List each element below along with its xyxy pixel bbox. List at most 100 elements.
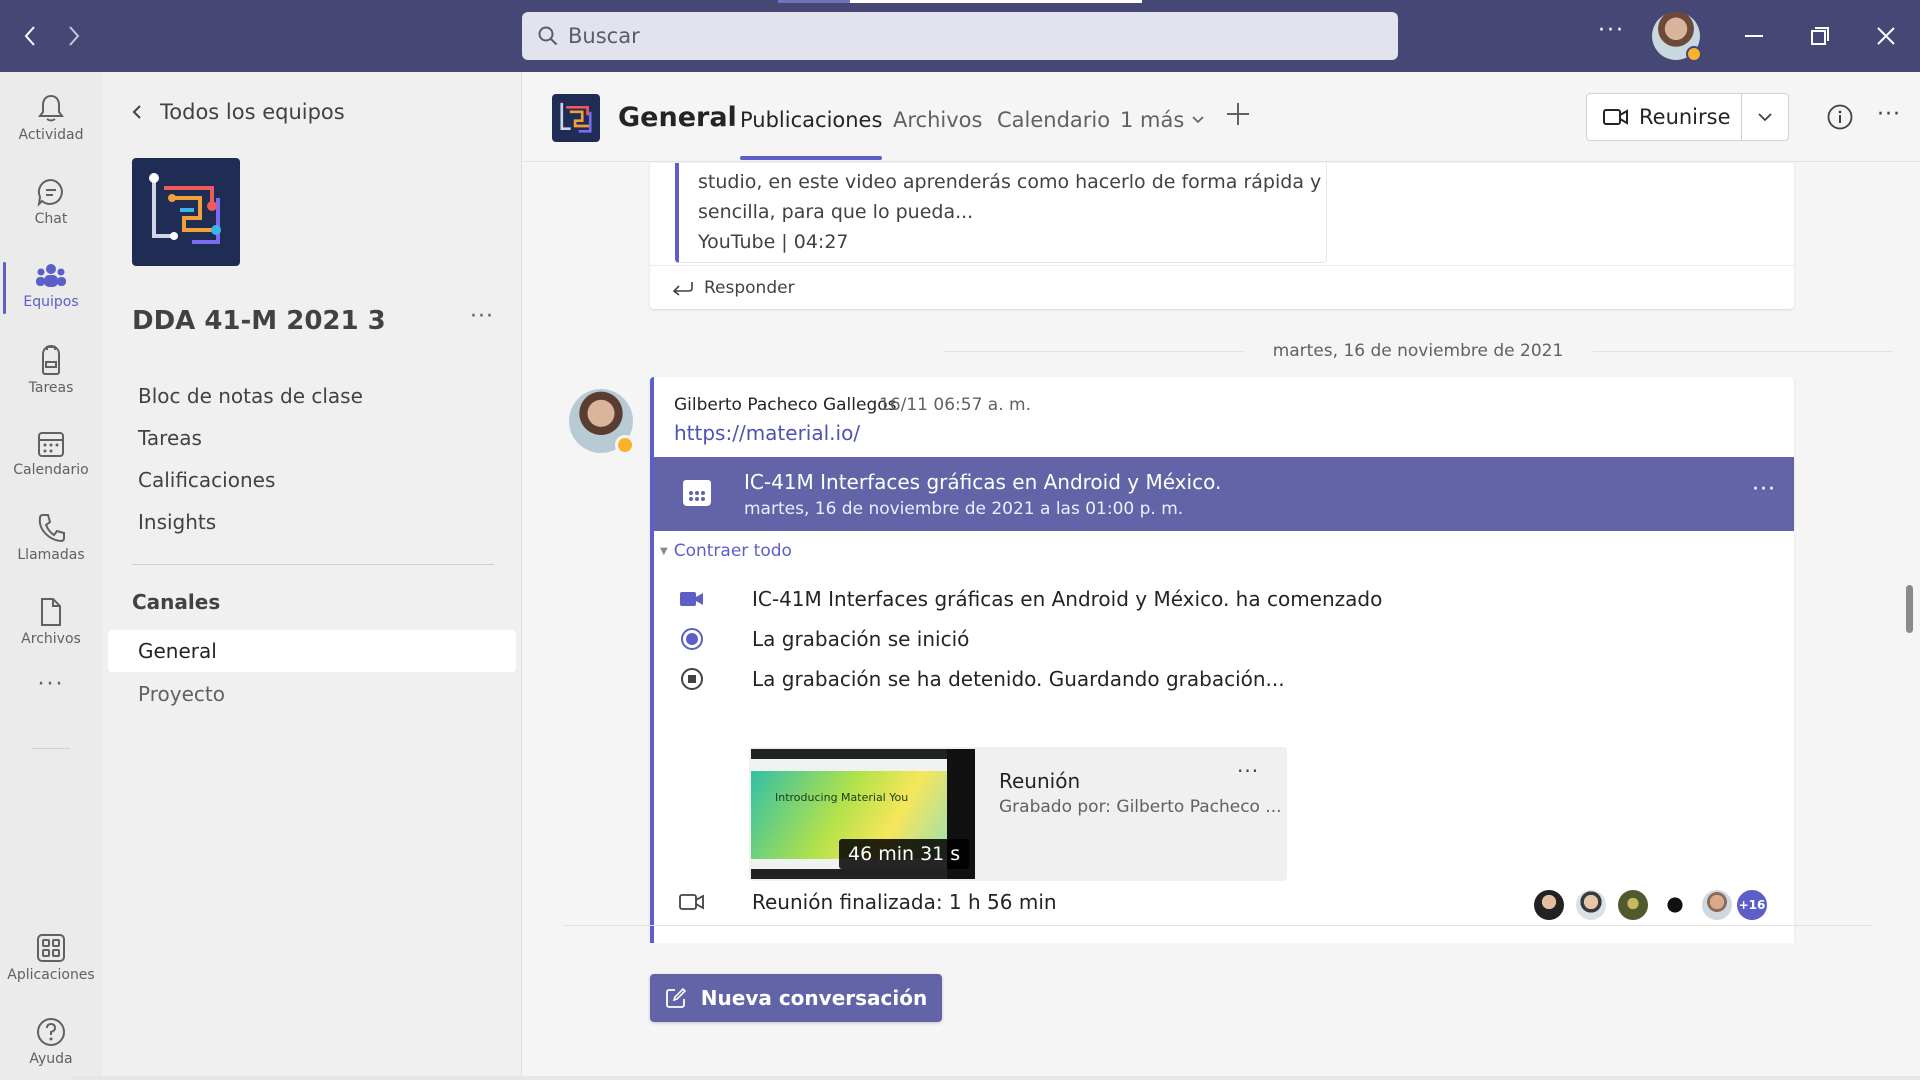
channel-more-button[interactable]: ··· [1877,102,1901,127]
channel-item-general[interactable]: General [108,630,516,672]
minimize-icon[interactable] [1736,18,1772,54]
chat-icon [37,178,63,207]
help-icon [37,1018,65,1046]
rail-label: Actividad [18,127,84,143]
more-participants-badge[interactable]: +16 [1737,890,1767,920]
team-pane: Todos los equipos DDA 41-M 2021 3 ··· Bl… [102,72,522,1080]
team-logo [132,158,240,266]
settings-more-button[interactable]: ··· [1598,18,1625,43]
rail-item-tareas[interactable]: Tareas [0,328,102,412]
participant-avatar[interactable] [1660,890,1690,920]
rail-label: Llamadas [17,547,85,563]
recording-card[interactable]: Introducing Material You 46 min 31 s Reu… [749,747,1287,881]
channel-header: General Publicaciones Archivos Calendari… [523,72,1920,162]
recording-title: Reunión [999,769,1081,793]
meet-label: Reunirse [1639,105,1731,129]
tab-more[interactable]: 1 más [1120,108,1204,132]
event-meeting-started: IC-41M Interfaces gráficas en Android y … [674,587,1382,611]
search-input[interactable]: Buscar [522,12,1398,60]
collapse-all-button[interactable]: ▼ Contraer todo [660,541,792,561]
rail-item-actividad[interactable]: Actividad [0,76,102,160]
meeting-post: Gilberto Pacheco Gallegos 16/11 06:57 a.… [650,377,1794,943]
team-more-button[interactable]: ··· [470,304,494,329]
channel-logo [552,94,600,142]
rail-more-button[interactable]: ··· [0,662,102,706]
rail-label: Tareas [28,380,74,396]
phone-icon [38,514,65,543]
add-tab-icon[interactable] [1226,102,1250,130]
rail-separator [32,748,70,749]
title-bar: Buscar ··· [0,0,1920,72]
meet-dropdown[interactable] [1741,93,1789,141]
event-recording-stopped: La grabación se ha detenido. Guardando g… [674,667,1285,691]
event-recording-started: La grabación se inició [674,627,969,651]
new-conversation-button[interactable]: Nueva conversación [650,974,942,1022]
rail-item-llamadas[interactable]: Llamadas [0,496,102,580]
tab-publicaciones[interactable]: Publicaciones [740,108,883,160]
team-link-class-notebook[interactable]: Bloc de notas de clase [138,384,363,408]
file-icon [41,598,61,626]
tab-archivos[interactable]: Archivos [893,108,982,132]
channels-header: Canales [132,590,221,614]
date-divider-label: martes, 16 de noviembre de 2021 [1272,341,1564,361]
rail-item-archivos[interactable]: Archivos [0,580,102,664]
reply-icon [672,281,693,296]
reply-button[interactable]: Responder [650,265,1794,309]
pane-separator [132,564,494,565]
tab-calendario[interactable]: Calendario [997,108,1110,132]
chevron-left-icon [132,104,142,120]
recording-duration: 46 min 31 s [839,839,970,869]
participant-avatar[interactable] [1576,890,1606,920]
app-rail: Actividad Chat Equipos Tareas Calendario… [0,72,102,1080]
rail-item-equipos[interactable]: Equipos [0,244,102,328]
maximize-icon[interactable] [1802,18,1838,54]
window-bottom-edge [72,1076,1920,1080]
chevron-down-icon [1192,116,1204,124]
link-preview[interactable]: studio, en este video aprenderás como ha… [675,163,1327,263]
thumbnail-text: Introducing Material You [775,791,909,804]
team-link-grades[interactable]: Calificaciones [138,468,275,492]
meet-button[interactable]: Reunirse [1586,93,1742,141]
rail-label: Ayuda [29,1051,73,1067]
meeting-banner[interactable]: IC-41M Interfaces gráficas en Android y … [654,457,1794,531]
rail-item-chat[interactable]: Chat [0,160,102,244]
all-teams-label: Todos los equipos [160,100,345,124]
author-avatar[interactable] [569,389,635,455]
rail-item-calendario[interactable]: Calendario [0,412,102,496]
team-link-tasks[interactable]: Tareas [138,426,202,450]
event-text: La grabación se ha detenido. Guardando g… [752,667,1285,691]
all-teams-link[interactable]: Todos los equipos [132,100,345,124]
participant-avatar[interactable] [1534,890,1564,920]
collapse-all-label: Contraer todo [673,541,792,561]
rail-label: Chat [34,211,68,227]
compose-icon [665,987,686,1008]
forward-arrow-icon[interactable] [56,18,92,54]
video-camera-icon [1603,109,1628,125]
tab-more-label: 1 más [1120,108,1185,132]
event-text: La grabación se inició [752,627,970,651]
link-preview-meta: YouTube | 04:27 [698,231,849,253]
feed-scrollbar[interactable] [1906,585,1913,633]
recording-author: Grabado por: Gilberto Pacheco ... [999,797,1282,817]
date-divider: martes, 16 de noviembre de 2021 [943,341,1893,361]
close-icon[interactable] [1868,18,1904,54]
channel-item-proyecto[interactable]: Proyecto [138,682,225,706]
recording-more-button[interactable]: ··· [1237,759,1259,783]
participant-avatar[interactable] [1618,890,1648,920]
post-author[interactable]: Gilberto Pacheco Gallegos [674,395,897,415]
meeting-more-button[interactable]: ··· [1752,477,1776,502]
post-timestamp: 16/11 06:57 a. m. [879,395,1031,415]
rail-label: Aplicaciones [7,967,95,983]
info-icon[interactable] [1827,104,1853,134]
calendar-icon [38,432,64,457]
profile-avatar[interactable] [1652,12,1702,62]
recording-thumbnail[interactable]: Introducing Material You 46 min 31 s [751,749,975,879]
rail-item-aplicaciones[interactable]: Aplicaciones [0,916,102,1000]
participant-avatar[interactable] [1702,890,1732,920]
post-link[interactable]: https://material.io/ [674,421,860,445]
event-text: IC-41M Interfaces gráficas en Android y … [752,587,1383,611]
back-arrow-icon[interactable] [12,18,48,54]
search-placeholder: Buscar [568,24,640,48]
rail-item-ayuda[interactable]: Ayuda [0,1000,102,1080]
team-link-insights[interactable]: Insights [138,510,216,534]
